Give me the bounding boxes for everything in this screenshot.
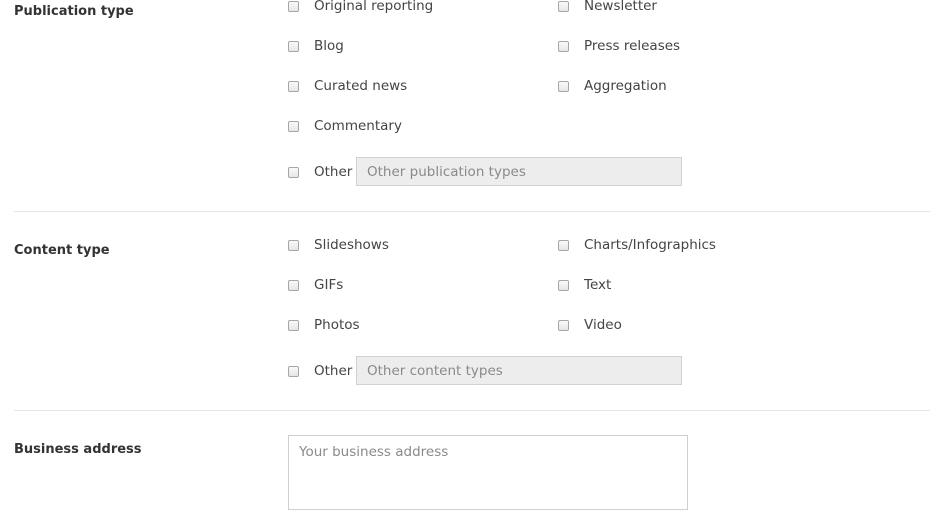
option-aggregation[interactable]: Aggregation [558, 76, 667, 96]
checkbox[interactable] [288, 40, 299, 52]
content-type-label: Content type [14, 243, 110, 258]
checkbox[interactable] [288, 319, 299, 331]
option-label: Press releases [584, 38, 681, 54]
checkbox[interactable] [558, 80, 569, 92]
option-press-releases[interactable]: Press releases [558, 36, 680, 56]
option-slideshows[interactable]: Slideshows [288, 235, 389, 255]
option-label: Photos [314, 317, 360, 333]
business-address-input[interactable] [288, 435, 688, 510]
checkbox[interactable] [288, 279, 299, 291]
checkbox[interactable] [288, 0, 299, 12]
option-label: Commentary [314, 118, 402, 134]
option-newsletter[interactable]: Newsletter [558, 0, 657, 16]
option-original-reporting[interactable]: Original reporting [288, 0, 433, 16]
checkbox[interactable] [558, 319, 569, 331]
checkbox[interactable] [288, 80, 299, 92]
business-address-label: Business address [14, 442, 142, 457]
option-label: Original reporting [314, 0, 434, 14]
checkbox[interactable] [288, 120, 299, 132]
option-label: Aggregation [584, 78, 667, 94]
option-curated-news[interactable]: Curated news [288, 76, 407, 96]
checkbox[interactable] [288, 239, 299, 251]
option-commentary[interactable]: Commentary [288, 116, 402, 136]
option-label: Curated news [314, 78, 408, 94]
section-divider [14, 410, 930, 411]
option-label: Newsletter [584, 0, 657, 14]
option-label: Blog [314, 38, 344, 54]
option-label: Video [584, 317, 622, 333]
other-content-types-input[interactable] [356, 356, 682, 385]
option-label: GIFs [314, 277, 344, 293]
option-video[interactable]: Video [558, 315, 622, 335]
option-label: Other [314, 164, 353, 180]
option-other-content[interactable]: Other [288, 361, 352, 381]
option-blog[interactable]: Blog [288, 36, 344, 56]
option-photos[interactable]: Photos [288, 315, 360, 335]
option-text[interactable]: Text [558, 275, 611, 295]
checkbox[interactable] [558, 0, 569, 12]
option-gifs[interactable]: GIFs [288, 275, 343, 295]
option-label: Slideshows [314, 237, 389, 253]
option-label: Other [314, 363, 353, 379]
publication-type-label: Publication type [14, 4, 134, 19]
checkbox[interactable] [288, 365, 299, 377]
option-charts-infographics[interactable]: Charts/Infographics [558, 235, 716, 255]
option-label: Text [584, 277, 612, 293]
checkbox[interactable] [558, 239, 569, 251]
other-publication-types-input[interactable] [356, 157, 682, 186]
checkbox[interactable] [558, 279, 569, 291]
checkbox[interactable] [288, 166, 299, 178]
option-label: Charts/Infographics [584, 237, 716, 253]
section-divider [14, 211, 930, 212]
checkbox[interactable] [558, 40, 569, 52]
option-other-publication[interactable]: Other [288, 162, 352, 182]
